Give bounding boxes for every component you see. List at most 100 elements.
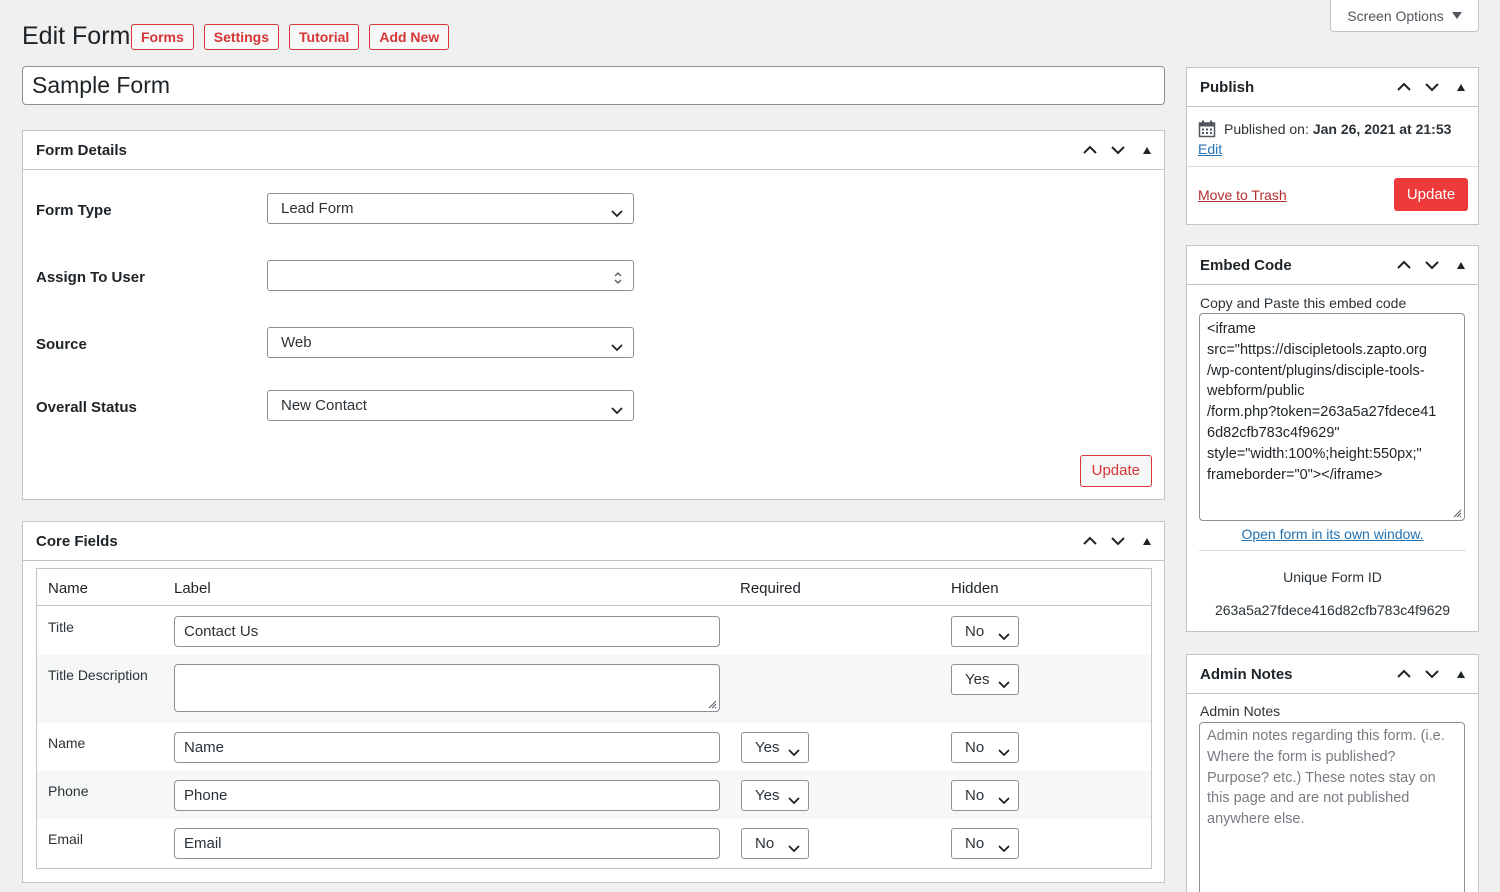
unique-form-id-label: Unique Form ID (1283, 569, 1382, 585)
chevron-down-icon (610, 335, 624, 364)
collapse-toggle-icon[interactable] (1457, 670, 1465, 678)
published-date: Jan 26, 2021 at 21:53 (1312, 121, 1452, 137)
title-label-input[interactable]: Contact Us (174, 616, 720, 647)
form-type-label: Form Type (36, 202, 112, 219)
title-description-hidden-select[interactable]: Yes (951, 664, 1019, 695)
phone-required-select[interactable]: Yes (741, 780, 809, 811)
source-select[interactable]: Web (267, 327, 634, 358)
admin-notes-textarea[interactable]: Admin notes regarding this form. (i.e. W… (1199, 722, 1465, 892)
move-up-icon[interactable] (1081, 532, 1099, 550)
move-down-icon[interactable] (1423, 256, 1441, 274)
chevron-down-icon (997, 672, 1011, 701)
code-line: <iframe (1207, 321, 1256, 337)
embed-code-panel: Embed Code Copy and Paste this embed cod… (1186, 245, 1479, 632)
code-line: style="width:100%;height:550px;" (1207, 445, 1422, 462)
phone-hidden-select[interactable]: No (951, 780, 1019, 811)
core-fields-panel: Core Fields Name Label Required Hidden T… (22, 521, 1165, 883)
settings-button[interactable]: Settings (203, 24, 280, 50)
form-name-input[interactable]: Sample Form (22, 66, 1165, 105)
name-hidden-select[interactable]: No (951, 732, 1019, 763)
form-type-value: Lead Form (281, 200, 354, 217)
open-form-window-link[interactable]: Open form in its own window. (1187, 526, 1478, 542)
move-up-icon[interactable] (1081, 141, 1099, 159)
move-up-icon[interactable] (1395, 78, 1413, 96)
calendar-icon (1198, 120, 1216, 138)
chevron-down-icon (610, 398, 624, 427)
move-down-icon[interactable] (1423, 665, 1441, 683)
select-value: Yes (755, 739, 780, 756)
code-line: /wp-content/plugins/disciple-tools- (1207, 362, 1425, 379)
move-up-icon[interactable] (1395, 256, 1413, 274)
overall-status-label: Overall Status (36, 399, 137, 416)
select-value: No (965, 623, 985, 640)
triangle-down-icon (1451, 12, 1462, 19)
forms-button[interactable]: Forms (131, 24, 194, 50)
collapse-toggle-icon[interactable] (1143, 537, 1151, 545)
form-details-panel: Form Details Form Type Lead Form Assign … (22, 130, 1165, 500)
phone-label-input[interactable]: Phone (174, 780, 720, 811)
move-up-icon[interactable] (1395, 665, 1413, 683)
page-title-actions: Forms Settings Tutorial Add New (131, 24, 450, 50)
core-fields-header: Core Fields (23, 522, 1164, 561)
code-line: /form.php?token=263a5a27fdece41 (1207, 404, 1437, 421)
admin-notes-panel: Admin Notes Admin Notes Admin notes rega… (1186, 654, 1479, 892)
divider (1187, 166, 1478, 167)
form-details-title: Form Details (36, 141, 127, 159)
chevron-down-icon (997, 836, 1011, 865)
published-label: Published on: (1224, 121, 1309, 137)
collapse-toggle-icon[interactable] (1457, 261, 1465, 269)
collapse-toggle-icon[interactable] (1457, 83, 1465, 91)
screen-options-button[interactable]: Screen Options (1330, 0, 1479, 32)
name-required-select[interactable]: Yes (741, 732, 809, 763)
chevron-down-icon (787, 788, 801, 817)
move-down-icon[interactable] (1423, 78, 1441, 96)
move-down-icon[interactable] (1109, 532, 1127, 550)
admin-notes-label: Admin Notes (1200, 703, 1281, 719)
column-name: Name (48, 580, 89, 597)
name-label-input[interactable]: Name (174, 732, 720, 763)
move-to-trash-link[interactable]: Move to Trash (1198, 187, 1287, 203)
row-name: Title (48, 619, 74, 635)
code-line: frameborder="0"></iframe> (1207, 466, 1383, 483)
chevron-down-icon (997, 788, 1011, 817)
row-name: Title Description (48, 667, 148, 683)
row-name: Name (48, 735, 86, 751)
collapse-toggle-icon[interactable] (1143, 146, 1151, 154)
tutorial-button[interactable]: Tutorial (289, 24, 360, 50)
email-label-input[interactable]: Email (174, 828, 720, 859)
publish-panel: Publish Published on: Jan 26, 2021 at 21… (1186, 67, 1479, 225)
form-details-update-button[interactable]: Update (1079, 455, 1152, 487)
select-value: No (965, 787, 985, 804)
title-description-textarea[interactable] (174, 664, 720, 712)
email-hidden-select[interactable]: No (951, 828, 1019, 859)
select-value: No (965, 835, 985, 852)
unique-form-id-value: 263a5a27fdece416d82cfb783c4f9629 (1214, 602, 1451, 618)
core-fields-table: Name Label Required Hidden Title Contact… (36, 568, 1152, 869)
add-new-button[interactable]: Add New (369, 24, 450, 50)
row-name: Phone (48, 783, 89, 799)
table-header: Name Label Required Hidden (37, 569, 1151, 606)
email-required-select[interactable]: No (741, 828, 809, 859)
move-down-icon[interactable] (1109, 141, 1127, 159)
row-name: Email (48, 831, 84, 847)
resize-handle-icon (708, 700, 717, 709)
table-row-email: Email Email No No (37, 819, 1151, 868)
publish-update-button[interactable]: Update (1394, 178, 1468, 211)
core-fields-title: Core Fields (36, 532, 118, 550)
overall-status-value: New Contact (281, 397, 367, 414)
chevron-down-icon (787, 836, 801, 865)
code-line: 6d82cfb783c4f9629" (1207, 424, 1340, 441)
chevron-down-icon (787, 740, 801, 769)
embed-code-textarea[interactable]: <iframe src="https://discipletools.zapto… (1199, 313, 1465, 521)
spinner-arrows-icon[interactable] (612, 267, 624, 296)
chevron-down-icon (997, 740, 1011, 769)
publish-title: Publish (1200, 78, 1255, 96)
overall-status-select[interactable]: New Contact (267, 390, 634, 421)
column-required: Required (740, 580, 801, 597)
edit-date-link[interactable]: Edit (1198, 141, 1222, 157)
title-hidden-select[interactable]: No (951, 616, 1019, 647)
published-on-line: Published on: Jan 26, 2021 at 21:53 (1198, 120, 1451, 138)
source-label: Source (36, 336, 87, 353)
form-type-select[interactable]: Lead Form (267, 193, 634, 224)
assign-user-input[interactable] (267, 260, 634, 291)
